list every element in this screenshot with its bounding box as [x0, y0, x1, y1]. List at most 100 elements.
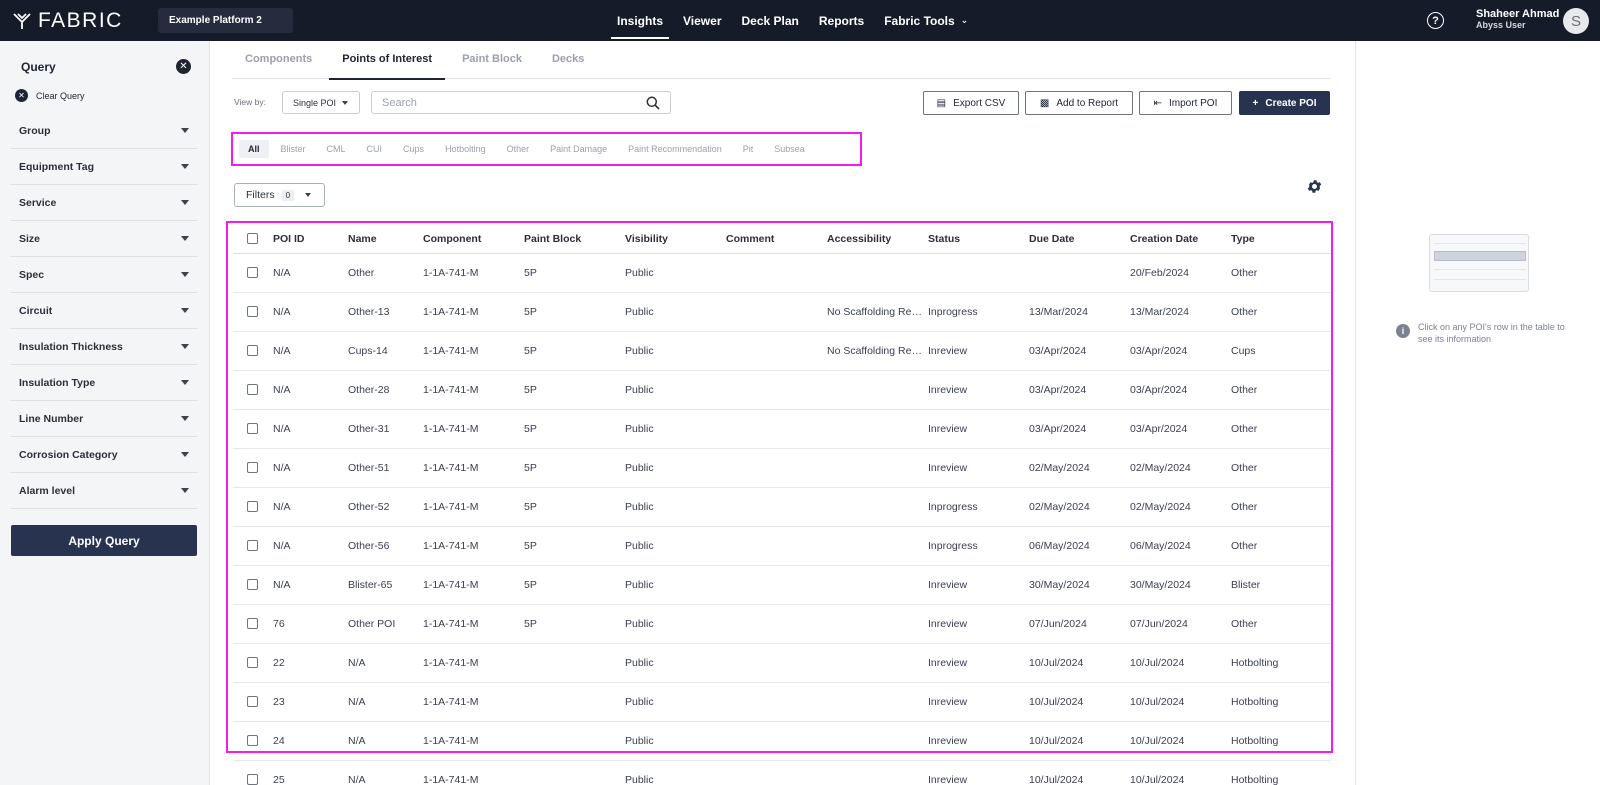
- table-row[interactable]: N/A Blister-65 1-1A-741-M 5P Public Inreview 3…: [233, 565, 1331, 605]
- cell-due-date: 03/Apr/2024: [1029, 370, 1130, 410]
- column-header-creation-date[interactable]: Creation Date: [1130, 225, 1231, 254]
- row-checkbox[interactable]: [247, 579, 258, 591]
- type-chip-cml[interactable]: CML: [318, 140, 355, 158]
- type-chip-all[interactable]: All: [239, 140, 269, 158]
- query-filter-insulation-thickness[interactable]: Insulation Thickness: [11, 329, 197, 365]
- filters-button[interactable]: Filters 0: [234, 183, 325, 207]
- nav-deck-plan[interactable]: Deck Plan: [742, 0, 799, 41]
- user-info[interactable]: Shaheer Ahmad Abyss User: [1476, 9, 1559, 31]
- clear-query-button[interactable]: ✕ Clear Query: [15, 89, 85, 102]
- row-checkbox[interactable]: [247, 462, 258, 474]
- nav-insights[interactable]: Insights: [610, 0, 670, 41]
- table-row[interactable]: N/A Other-52 1-1A-741-M 5P Public Inprogress 0…: [233, 487, 1331, 527]
- type-chip-cui[interactable]: CUI: [358, 140, 392, 158]
- export-csv-button[interactable]: ▤ Export CSV: [923, 91, 1019, 115]
- column-header-accessibility[interactable]: Accessibility: [827, 225, 928, 254]
- nav-reports[interactable]: Reports: [819, 0, 864, 41]
- column-header-type[interactable]: Type: [1231, 225, 1331, 254]
- type-chip-subsea[interactable]: Subsea: [765, 140, 814, 158]
- gear-icon[interactable]: [1306, 178, 1323, 195]
- cell-type: Hotbolting: [1231, 721, 1331, 761]
- cell-component: 1-1A-741-M: [423, 448, 524, 488]
- add-to-report-button[interactable]: ▩ Add to Report: [1025, 91, 1133, 115]
- column-header-comment[interactable]: Comment: [726, 225, 827, 254]
- table-row[interactable]: N/A Other-28 1-1A-741-M 5P Public Inreview 03/…: [233, 370, 1331, 410]
- nav-fabric-tools[interactable]: Fabric Tools ⌄: [884, 0, 968, 41]
- query-filter-insulation-type[interactable]: Insulation Type: [11, 365, 197, 401]
- apply-query-button[interactable]: Apply Query: [11, 525, 197, 556]
- cell-comment: [726, 292, 827, 332]
- close-query-icon[interactable]: ✕: [176, 59, 191, 74]
- fabric-logo[interactable]: FABRIC: [12, 9, 123, 33]
- cell-accessibility: [827, 253, 928, 293]
- table-row[interactable]: N/A Other-56 1-1A-741-M 5P Public Inprogress 0…: [233, 526, 1331, 566]
- column-header-visibility[interactable]: Visibility: [625, 225, 726, 254]
- column-header-component[interactable]: Component: [423, 225, 524, 254]
- query-filter-service[interactable]: Service: [11, 185, 197, 221]
- avatar[interactable]: S: [1563, 8, 1589, 34]
- query-filter-spec[interactable]: Spec: [11, 257, 197, 293]
- column-header-status[interactable]: Status: [928, 225, 1029, 254]
- table-row[interactable]: 25 N/A 1-1A-741-M Public Inreview 10/Jul/2024…: [233, 760, 1331, 785]
- query-filter-circuit[interactable]: Circuit: [11, 293, 197, 329]
- row-checkbox[interactable]: [247, 540, 258, 552]
- row-checkbox[interactable]: [247, 267, 258, 279]
- row-checkbox[interactable]: [247, 735, 258, 747]
- cell-visibility: Public: [625, 643, 726, 683]
- help-icon[interactable]: ?: [1427, 12, 1444, 29]
- table-row[interactable]: 76 Other POI 1-1A-741-M 5P Public Inreview 07/…: [233, 604, 1331, 644]
- tab-components[interactable]: Components: [232, 44, 325, 79]
- select-all-checkbox[interactable]: [247, 233, 258, 245]
- row-checkbox[interactable]: [247, 501, 258, 513]
- nav-viewer[interactable]: Viewer: [683, 0, 721, 41]
- type-chip-hotbolting[interactable]: Hotbolting: [436, 140, 495, 158]
- query-filter-equipment-tag[interactable]: Equipment Tag: [11, 149, 197, 185]
- query-filter-line-number[interactable]: Line Number: [11, 401, 197, 437]
- create-poi-button[interactable]: + Create POI: [1239, 91, 1330, 115]
- type-chip-blister[interactable]: Blister: [272, 140, 315, 158]
- row-checkbox[interactable]: [247, 423, 258, 435]
- row-checkbox[interactable]: [247, 345, 258, 357]
- column-header-poi-id[interactable]: POI ID: [273, 225, 348, 254]
- table-row[interactable]: N/A Cups-14 1-1A-741-M 5P Public No Scaffoldi…: [233, 331, 1331, 371]
- row-checkbox[interactable]: [247, 774, 258, 785]
- table-row[interactable]: N/A Other-51 1-1A-741-M 5P Public Inreview 02/…: [233, 448, 1331, 488]
- cell-component: 1-1A-741-M: [423, 643, 524, 683]
- search-icon[interactable]: [646, 96, 660, 110]
- column-header-due-date[interactable]: Due Date: [1029, 225, 1130, 254]
- view-by-select[interactable]: Single POI: [282, 91, 360, 114]
- table-header-row: POI ID Name Component Paint Block Visibility…: [233, 225, 1331, 254]
- tab-points-of-interest[interactable]: Points of Interest: [329, 44, 445, 80]
- row-checkbox[interactable]: [247, 657, 258, 669]
- column-header-name[interactable]: Name: [348, 225, 423, 254]
- platform-selector[interactable]: Example Platform 2: [158, 8, 293, 33]
- row-checkbox[interactable]: [247, 618, 258, 630]
- type-chip-other[interactable]: Other: [498, 140, 539, 158]
- type-chip-pit[interactable]: Pit: [734, 140, 763, 158]
- row-checkbox[interactable]: [247, 384, 258, 396]
- cell-visibility: Public: [625, 526, 726, 566]
- column-header-paint-block[interactable]: Paint Block: [524, 225, 625, 254]
- row-checkbox[interactable]: [247, 696, 258, 708]
- query-filter-group[interactable]: Group: [11, 113, 197, 149]
- query-filter-alarm-level[interactable]: Alarm level: [11, 473, 197, 509]
- type-chip-paint-recommendation[interactable]: Paint Recommendation: [619, 140, 731, 158]
- cell-name: Other-51: [348, 448, 423, 488]
- tab-decks[interactable]: Decks: [539, 44, 597, 79]
- table-row[interactable]: 24 N/A 1-1A-741-M Public Inreview 10/Jul/2024…: [233, 721, 1331, 761]
- table-row[interactable]: N/A Other-31 1-1A-741-M 5P Public Inreview 03/…: [233, 409, 1331, 449]
- table-row[interactable]: 23 N/A 1-1A-741-M Public Inreview 10/Jul/2024…: [233, 682, 1331, 722]
- type-chip-cups[interactable]: Cups: [394, 140, 433, 158]
- type-chip-paint-damage[interactable]: Paint Damage: [541, 140, 616, 158]
- import-poi-button[interactable]: ⇤ Import POI: [1139, 91, 1232, 115]
- table-row[interactable]: N/A Other-13 1-1A-741-M 5P Public No Scaffold…: [233, 292, 1331, 332]
- table-row[interactable]: 22 N/A 1-1A-741-M Public Inreview 10/Jul/2024…: [233, 643, 1331, 683]
- cell-accessibility: No Scaffolding Required: [827, 331, 928, 371]
- query-filter-corrosion-category[interactable]: Corrosion Category: [11, 437, 197, 473]
- search-input[interactable]: [372, 92, 632, 113]
- row-checkbox[interactable]: [247, 306, 258, 318]
- table-row[interactable]: N/A Other 1-1A-741-M 5P Public 20/Feb/2024 Oth…: [233, 253, 1331, 293]
- query-filter-size[interactable]: Size: [11, 221, 197, 257]
- tab-paint-block[interactable]: Paint Block: [449, 44, 535, 79]
- cell-due-date: 10/Jul/2024: [1029, 643, 1130, 683]
